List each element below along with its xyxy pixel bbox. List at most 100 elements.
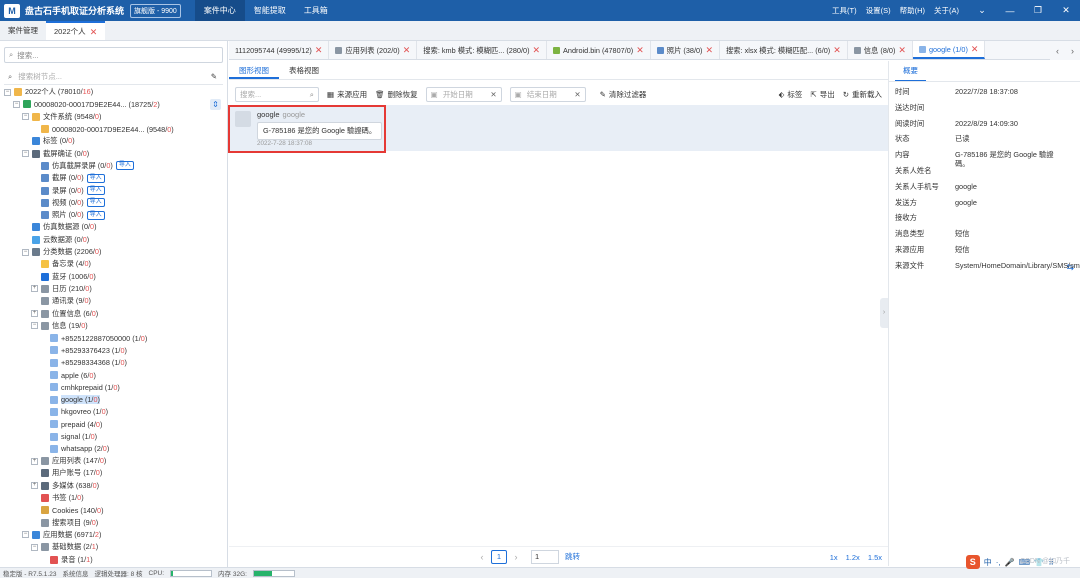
ime-item[interactable]: ·, [996,558,1001,567]
tree-node[interactable]: − 信息 (19/0) [0,320,88,332]
collapse-icon[interactable]: − [22,248,29,256]
chevron-left-icon[interactable]: ‹ [473,552,491,562]
import-button[interactable]: 导入 [86,173,105,183]
tag-button[interactable]: ⬖ 标签 [779,89,803,100]
collapse-icon[interactable]: − [13,100,20,108]
tree-node[interactable]: 视频 (0/0) 导入 [0,197,105,209]
nav-smart-extract[interactable]: 智能提取 [245,0,295,21]
tree-node[interactable]: − 00008020-00017D9E2E44... (18725/2) [0,98,160,110]
tab-case-2022[interactable]: 2022个人 ✕ [46,21,106,40]
collapse-icon[interactable]: − [22,113,29,121]
tree-node[interactable]: − 2022个人 (78010/16) [0,86,93,98]
clear-filter-button[interactable]: ✎ 清除过滤器 [600,89,647,100]
tab-case-management[interactable]: 案件管理 [0,21,46,40]
delete-restore-button[interactable]: 🗑 删除恢复 [375,89,418,100]
close-window-icon[interactable]: ✕ [1052,5,1080,16]
tab-table-view[interactable]: 表格视图 [279,61,329,79]
tree-node[interactable]: + 应用列表 (147/0) [0,455,106,467]
data-tab[interactable]: 应用列表 (202/0) ✕ [329,41,418,59]
tree-node[interactable]: + 日历 (210/0) [0,283,92,295]
tree-node[interactable]: +8525122887050000 (1/0) [0,332,147,344]
expand-icon[interactable]: + [31,457,38,465]
clear-icon[interactable]: ✕ [574,88,580,101]
zoom-1-5x[interactable]: 1.5x [868,553,882,562]
case-search-input[interactable]: ⌕ 搜索... [4,47,223,63]
tree-node[interactable]: +85293376423 (1/0) [0,344,127,356]
close-icon[interactable]: ✕ [898,41,906,59]
close-icon[interactable]: ✕ [90,24,98,40]
expand-icon[interactable]: + [31,285,38,293]
import-button[interactable]: 导入 [86,186,105,196]
page-number[interactable]: 1 [491,549,507,564]
tree-node[interactable]: 通讯录 (9/0) [0,295,91,307]
message-search-input[interactable]: 搜索... ⌕ [235,86,319,102]
chevron-right-icon[interactable]: › [507,552,525,562]
status-sysinfo[interactable]: 系统信息 [62,568,88,578]
minimize-icon[interactable]: — [996,6,1024,16]
tree-node[interactable]: 备忘录 (4/0) [0,258,91,270]
tree-node[interactable]: 录音 (1/1) [0,553,93,565]
start-date-input[interactable]: ▣ 开始日期 ✕ [425,86,502,102]
goto-button[interactable]: 跳转 [565,551,580,562]
zoom-1x[interactable]: 1x [830,553,838,562]
tree-node[interactable]: 仿真数据源 (0/0) [0,221,97,233]
close-icon[interactable]: ✕ [403,41,411,59]
reload-button[interactable]: ↻ 重新载入 [843,89,882,100]
tree-node[interactable]: whatsapp (2/0) [0,443,109,455]
tree-node[interactable]: − 分类数据 (2206/0) [0,246,101,258]
goto-page-input[interactable]: 1 [531,549,559,564]
tree-node[interactable]: 搜索项目 (9/0) [0,517,98,529]
ime-item[interactable]: 🎤 [1005,558,1015,567]
tree-node[interactable]: +85298334368 (1/0) [0,357,127,369]
expand-icon[interactable]: + [31,310,38,318]
tree-node[interactable]: 云数据源 (0/0) [0,234,89,246]
tree-node[interactable]: hkgovreo (1/0) [0,406,108,418]
tree-node[interactable]: 照片 (0/0) 导入 [0,209,105,221]
tree-node[interactable]: 仿真截屏录屏 (0/0) 导入 [0,160,134,172]
data-tab[interactable]: 信息 (8/0) ✕ [848,41,913,59]
collapse-icon[interactable]: − [4,88,11,96]
collapse-icon[interactable]: − [31,322,38,330]
close-icon[interactable]: ✕ [636,41,644,59]
tree-node[interactable]: 录屏 (0/0) 导入 [0,184,105,196]
data-tab[interactable]: 1112095744 (49995/12) ✕ [229,41,330,59]
close-icon[interactable]: ✕ [833,41,841,59]
data-tab[interactable]: 照片 (38/0) ✕ [651,41,721,59]
ime-item[interactable]: S [965,555,980,569]
tree-node[interactable]: 用户账号 (17/0) [0,467,102,479]
expand-icon[interactable]: + [31,482,38,490]
export-button[interactable]: ⇱ 导出 [810,89,834,100]
tab-summary[interactable]: 概要 [895,61,926,82]
tree-node[interactable]: cmhkprepaid (1/0) [0,381,120,393]
expand-collapse-icon[interactable]: ⇕ [210,99,221,110]
tree-node[interactable]: + 位置信息 (6/0) [0,307,98,319]
close-icon[interactable]: ✕ [533,41,541,59]
source-app-button[interactable]: ▦ 来源应用 [327,89,367,100]
collapse-icon[interactable]: − [22,531,29,539]
dropdown-icon[interactable]: ⌄ [968,5,996,16]
tree-node[interactable]: Cookies (140/0) [0,504,104,516]
zoom-1-2x[interactable]: 1.2x [846,553,860,562]
broom-icon[interactable]: ✎ [211,72,217,81]
nav-case-center[interactable]: 案件中心 [194,0,245,21]
tree-node[interactable]: 00008020-00017D9E2E44... (9548/0) [0,123,174,135]
tree-node[interactable]: 标签 (0/0) [0,135,75,147]
tree-node[interactable]: apple (6/0) [0,369,96,381]
tree-node[interactable]: − 文件系统 (9548/0) [0,111,101,123]
end-date-input[interactable]: ▣ 结束日期 ✕ [509,86,586,102]
tree-node[interactable]: signal (1/0) [0,430,97,442]
data-tab[interactable]: 搜索: kmb 模式: 模糊匹... (280/0) ✕ [417,41,548,59]
restore-icon[interactable]: ❐ [1024,5,1052,16]
tree-node[interactable]: 蓝牙 (1006/0) [0,271,96,283]
tree-node[interactable]: google (1/0) [0,394,100,406]
close-icon[interactable]: ✕ [315,41,323,59]
tree-node[interactable]: 截屏 (0/0) 导入 [0,172,105,184]
tree-node[interactable]: 书签 (1/0) [0,492,84,504]
ime-item[interactable]: 中 [984,557,992,568]
collapse-icon[interactable]: − [31,543,38,551]
clear-icon[interactable]: ✕ [490,88,496,101]
tree-node[interactable]: − 基础数据 (2/1) [0,541,98,553]
data-tab[interactable]: 搜索: xlsx 模式: 模糊匹配... (6/0) ✕ [720,41,848,59]
collapse-icon[interactable]: − [22,150,29,158]
tree-node[interactable]: − 应用数据 (6971/2) [0,529,101,541]
